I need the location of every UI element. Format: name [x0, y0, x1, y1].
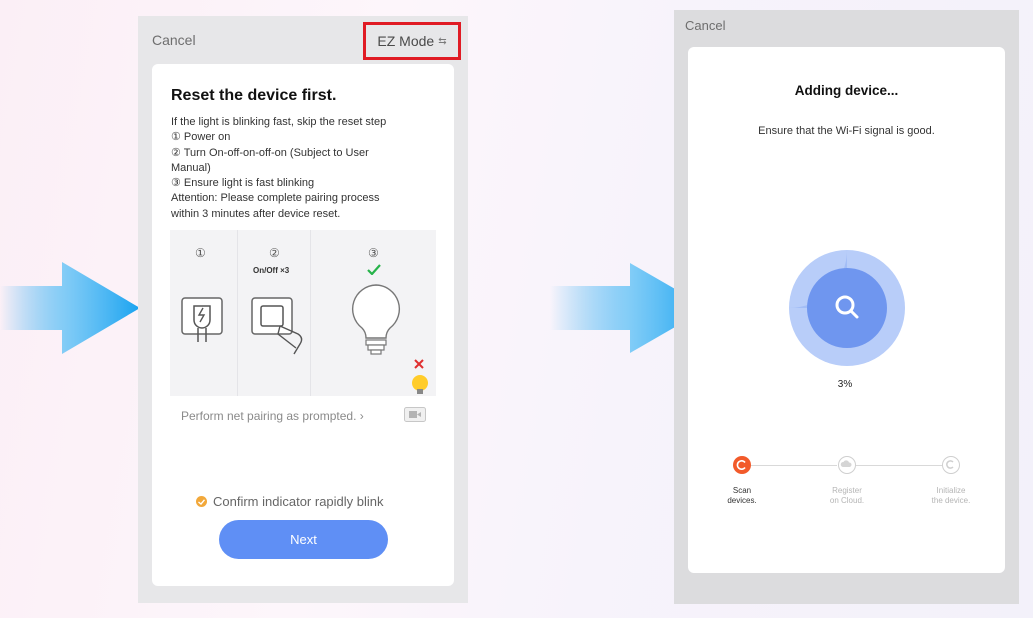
net-pairing-link[interactable]: Perform net pairing as prompted. ›: [181, 409, 364, 423]
checkmark-icon: [367, 264, 381, 275]
cloud-step-icon: [838, 456, 856, 474]
page-title: Reset the device first.: [171, 87, 337, 104]
chevron-right-icon: ›: [359, 409, 364, 423]
page-title: Adding device...: [794, 83, 899, 98]
ez-mode-toggle[interactable]: EZ Mode ⇆: [363, 22, 461, 60]
progress-percentage: 3%: [837, 379, 853, 390]
step-one-number: ①: [195, 246, 206, 260]
next-button[interactable]: Next: [219, 520, 388, 559]
step-three-number: ③: [368, 246, 379, 260]
checked-icon: [196, 496, 207, 507]
instruction-line: ① Power on: [171, 131, 231, 144]
ez-mode-label: EZ Mode: [377, 33, 435, 49]
light-bulb-icon: [352, 284, 400, 355]
wrong-bulb-icon: [412, 359, 428, 394]
instruction-line: ③ Ensure light is fast blinking: [171, 177, 315, 190]
confirm-label: Confirm indicator rapidly blink: [213, 494, 384, 509]
instruction-line: Attention: Please complete pairing proce…: [171, 192, 380, 205]
cancel-button[interactable]: Cancel: [152, 32, 196, 48]
switch-press-icon: [251, 297, 303, 355]
scan-step-label: Scan devices.: [727, 486, 757, 505]
cancel-button[interactable]: Cancel: [685, 18, 725, 33]
video-icon[interactable]: [404, 407, 426, 422]
instruction-line: If the light is blinking fast, skip the …: [171, 116, 387, 128]
scan-progress-ring: [789, 250, 905, 366]
initialize-step-label: Initialize the device.: [931, 486, 971, 505]
instruction-line: ② Turn On-off-on-off-on (Subject to User: [171, 146, 369, 159]
reset-instructions: If the light is blinking fast, skip the …: [171, 115, 386, 222]
power-plug-icon: [181, 297, 223, 342]
wifi-hint: Ensure that the Wi-Fi signal is good.: [758, 125, 935, 137]
instruction-line: within 3 minutes after device reset.: [171, 207, 341, 220]
reset-illustration: ① ② On/Off ×3 ③: [170, 230, 436, 396]
scan-step-icon: [733, 456, 751, 474]
on-off-caption: On/Off ×3: [253, 266, 290, 275]
net-pairing-label: Perform net pairing as prompted.: [181, 409, 357, 423]
swap-arrows-icon: ⇆: [438, 35, 447, 47]
step-two-number: ②: [269, 246, 280, 260]
instruction-line: Manual): [171, 161, 211, 174]
initialize-step-icon: [942, 456, 960, 474]
cloud-step-label: Register on Cloud.: [829, 486, 865, 505]
left-arrow-graphic: [0, 262, 140, 354]
confirm-blink-checkbox[interactable]: Confirm indicator rapidly blink: [196, 494, 384, 509]
